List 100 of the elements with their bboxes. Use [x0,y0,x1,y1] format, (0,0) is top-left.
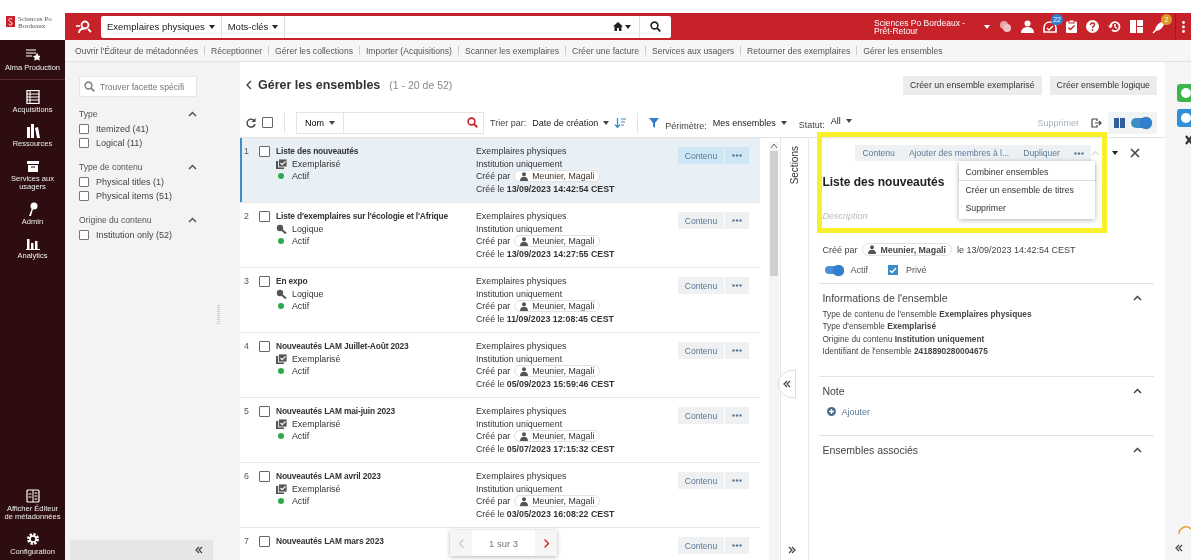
content-button[interactable]: Contenu [677,537,725,554]
menu-link[interactable]: Créer une facture [572,45,639,56]
checkbox[interactable] [887,265,898,275]
menu-link[interactable]: Scanner les exemplaires [464,45,560,56]
set-name[interactable]: Nouveautés LAM mars 2023 [276,535,384,548]
menu-link[interactable]: Importer (Acquisitions) [365,45,452,56]
chevron-up-icon[interactable] [1133,295,1142,301]
facet-search-field[interactable]: Trouver facette spécifi [79,76,197,97]
chevron-up-icon[interactable] [188,111,197,117]
toolbar-tab[interactable]: Dupliquer [1016,145,1067,161]
facet-option[interactable]: Physical items (51) [79,189,197,203]
checkbox[interactable] [79,138,89,148]
menu-item[interactable]: Combiner ensembles [959,163,1096,181]
kebab-menu-icon[interactable] [1182,20,1185,33]
more-button[interactable] [725,277,750,294]
set-row[interactable]: 6 Nouveautés LAM avril 2023 Exemplarisé Actif Exemplaires physiques Institution uniquement Créé par Meunier, Magali Créé le 03/05/2023 16:08:22 CEST Contenu [240,463,760,528]
clipboard-check-icon[interactable] [1066,20,1077,33]
menu-link[interactable]: Services aux usagers [651,45,735,56]
checkbox[interactable] [79,230,89,240]
menu-link[interactable]: Retourner des exemplaires [747,45,851,56]
chevron-up-icon[interactable] [1133,446,1142,453]
facet-option[interactable]: Institution only (52) [79,228,197,242]
chevron-up-icon[interactable] [188,217,197,223]
scrollbar[interactable] [768,142,779,560]
create-set-button[interactable]: Créer ensemble logique [1049,75,1157,95]
expand-panel-button[interactable] [788,546,796,554]
scroll-up-icon[interactable] [770,144,777,148]
user-chip[interactable]: Meunier, Magali [514,430,601,443]
refresh-icon[interactable] [246,117,256,128]
content-button[interactable]: Contenu [677,212,725,229]
content-button[interactable]: Contenu [677,277,725,294]
menu-link[interactable]: Réceptionner [211,45,263,56]
facet-option[interactable]: Physical titles (1) [79,175,197,189]
section-title[interactable]: Note [822,384,845,397]
content-button[interactable]: Contenu [677,407,725,424]
search-scope-dropdown[interactable]: Exemplaires physiques [101,15,222,38]
check-badge-icon[interactable] [1177,84,1191,102]
menu-item[interactable]: Créer un ensemble de titres [959,181,1096,199]
checkbox[interactable] [259,471,270,482]
toggle-switch[interactable] [825,266,843,274]
checkbox[interactable] [79,177,89,187]
checkbox[interactable] [259,536,270,547]
user-chip[interactable]: Meunier, Magali [514,365,601,378]
more-button[interactable] [725,537,750,554]
toolbar-tab[interactable]: Ajouter des membres à l... [901,145,1017,161]
checkbox[interactable] [259,146,270,157]
select-all-checkbox[interactable] [262,117,273,128]
info-badge-icon[interactable] [1177,109,1191,127]
checkbox[interactable] [79,191,89,201]
menu-item[interactable]: Supprimer [959,199,1096,217]
content-button[interactable]: Contenu [677,472,725,489]
back-icon[interactable] [246,80,252,90]
set-row[interactable]: 2 Liste d'exemplaires sur l'écologie et l'Afrique Logique Actif Exemplaires physiques Institution uniquement Créé par Meunier, Magali Créé le 13/09/2023 14:27:55 CEST Contenu [240,203,760,268]
section-title[interactable]: Informations de l'ensemble [822,292,948,304]
facet-option[interactable]: Itemized (41) [79,122,197,136]
status-dropdown[interactable]: All [830,115,852,126]
facet-option[interactable]: Logical (11) [79,136,197,150]
toggle-switch[interactable] [1131,117,1151,128]
checkbox[interactable] [79,124,89,134]
set-name[interactable]: Liste des nouveautés [276,145,359,158]
create-set-button[interactable]: Créer un ensemble exemplarisé [902,75,1042,95]
more-button[interactable] [725,147,750,164]
user-chip[interactable]: Meunier, Magali [514,495,601,508]
view-switch[interactable] [1108,111,1157,134]
filter-icon[interactable] [649,117,660,128]
sort-dropdown[interactable]: Date de création [532,117,610,128]
content-button[interactable]: Contenu [677,342,725,359]
chevron-up-icon[interactable] [188,164,197,170]
user-chip[interactable]: Meunier, Magali [514,170,601,183]
set-row[interactable]: 4 Nouveautés LAM Juillet-Août 2023 Exemplarisé Actif Exemplaires physiques Institution uniquement Créé par Meunier, Magali Créé le 05/09/2023 15:59:46 CEST Contenu [240,333,760,398]
resize-handle-icon[interactable] [217,305,220,325]
menu-link[interactable]: Gérer les ensembles [863,45,943,56]
checkbox[interactable] [259,406,270,417]
more-button[interactable] [725,342,750,359]
toolbar-tab[interactable]: Contenu [855,145,902,161]
menu-link[interactable]: Gérer les collections [275,45,353,56]
sections-tab[interactable]: Sections [789,146,801,185]
checkbox[interactable] [259,211,270,222]
content-button[interactable]: Contenu [677,147,725,164]
set-name[interactable]: En expo [276,275,308,288]
help-icon[interactable] [1086,20,1099,33]
section-title[interactable]: Ensembles associés [822,443,919,456]
more-button[interactable] [725,212,750,229]
user-icon[interactable] [1021,20,1034,33]
checkbox[interactable] [259,341,270,352]
more-button[interactable] [725,472,750,489]
institution-name[interactable]: Sciences Po Bordeaux - Prêt-Retour [874,18,978,35]
set-name[interactable]: Liste d'exemplaires sur l'écologie et l'Afrique [276,210,449,223]
user-chip[interactable]: Meunier, Magali [514,235,601,248]
coins-icon[interactable] [999,20,1012,33]
sort-order-icon[interactable] [615,117,627,128]
more-button[interactable] [725,407,750,424]
menu-link[interactable]: Ouvrir l'Éditeur de métadonnées [75,45,198,56]
person-search-icon[interactable] [75,19,93,34]
user-chip[interactable]: Meunier, Magali [514,300,601,313]
set-row[interactable]: 1 Liste des nouveautés Exemplarisé Actif Exemplaires physiques Institution uniquement Créé par Meunier, Magali Créé le 13/09/2023 14:42:54 CEST Contenu [240,138,760,203]
tasks-icon[interactable] [1043,20,1057,33]
set-name[interactable]: Nouveautés LAM mai-juin 2023 [276,405,396,418]
layout-icon[interactable] [1130,20,1143,33]
checkbox[interactable] [259,276,270,287]
